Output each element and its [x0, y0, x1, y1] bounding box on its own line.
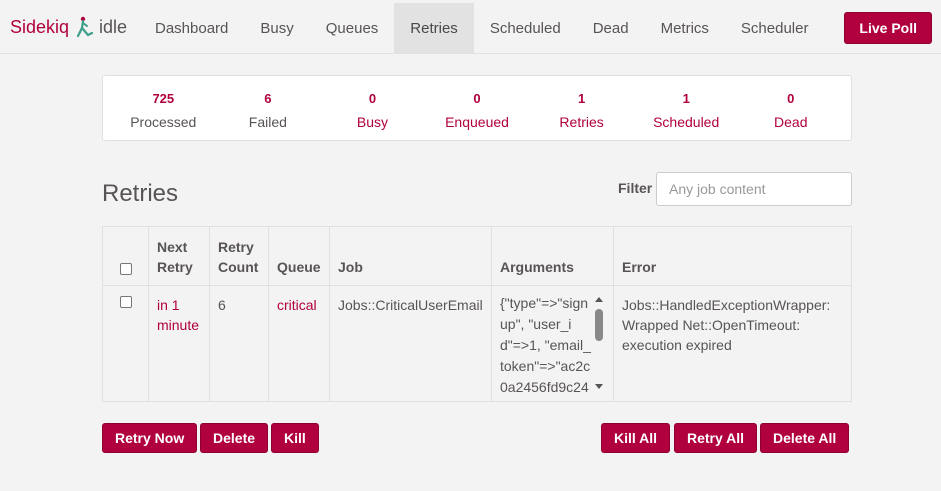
header-arguments-label: Arguments: [500, 259, 574, 275]
header-queue-label: Queue: [277, 259, 321, 275]
brand-name: Sidekiq: [10, 16, 70, 37]
header-retry-count: Retry Count: [210, 227, 269, 285]
delete-all-button[interactable]: Delete All: [760, 423, 850, 453]
row-select-cell: [103, 285, 149, 401]
retry-count-value: 6: [218, 297, 226, 313]
stat-retries[interactable]: 1 Retries: [529, 76, 634, 140]
stat-label: Busy: [356, 114, 388, 130]
filter-input[interactable]: [656, 172, 852, 206]
status-text: idle: [99, 16, 128, 37]
scroll-down-icon[interactable]: [595, 384, 603, 389]
stat-label: Retries: [559, 114, 604, 130]
row-checkbox[interactable]: [119, 296, 132, 308]
next-retry-link[interactable]: in 1 minute: [157, 297, 199, 333]
queue-cell: critical: [269, 285, 330, 401]
header-job: Job: [330, 227, 492, 285]
stat-enqueued[interactable]: 0 Enqueued: [425, 76, 530, 140]
main-nav: Dashboard Busy Queues Retries Scheduled …: [139, 3, 824, 53]
nav-retries[interactable]: Retries: [394, 3, 474, 53]
queue-link[interactable]: critical: [277, 297, 317, 313]
nav-metrics[interactable]: Metrics: [645, 3, 725, 53]
delete-button[interactable]: Delete: [200, 423, 269, 453]
header-error-label: Error: [622, 259, 657, 275]
header-job-label: Job: [338, 259, 363, 275]
navbar: Sidekiq idle Dashboard Busy Queues Retri…: [0, 0, 941, 54]
stat-value: 1: [682, 91, 690, 106]
stat-dead[interactable]: 0 Dead: [738, 76, 843, 140]
retries-table: Next Retry Retry Count Queue Job Arguments…: [102, 226, 852, 402]
retry-now-button[interactable]: Retry Now: [102, 423, 198, 453]
job-cell: Jobs::CriticalUserEmail: [330, 285, 492, 401]
scroll-up-icon[interactable]: [595, 297, 603, 302]
stat-value: 0: [368, 91, 377, 106]
header-queue: Queue: [269, 227, 330, 285]
kill-all-button[interactable]: Kill All: [601, 423, 671, 453]
nav-dead[interactable]: Dead: [577, 3, 645, 53]
filter-label: Filter: [618, 180, 653, 196]
arguments-scrollbar[interactable]: [593, 295, 605, 391]
stat-label: Scheduled: [653, 114, 720, 130]
header-error: Error: [614, 227, 851, 285]
arguments-cell: {"type"=>"signup", "user_id"=>1, "email_…: [492, 285, 614, 401]
table-header-row: Next Retry Retry Count Queue Job Arguments…: [103, 227, 851, 286]
stat-scheduled[interactable]: 1 Scheduled: [634, 76, 739, 140]
select-all-checkbox[interactable]: [119, 263, 132, 275]
table-row: in 1 minute 6 critical Jobs::CriticalUse…: [103, 285, 851, 401]
stat-label: Enqueued: [445, 114, 509, 130]
stat-failed: 6 Failed: [216, 76, 321, 140]
page-title: Retries: [102, 180, 179, 207]
error-message: Jobs::HandledExceptionWrapper: Wrapped N…: [622, 297, 831, 353]
header-retry-count-line2: Count: [218, 259, 259, 275]
stat-value: 1: [577, 91, 586, 106]
job-class-name: Jobs::CriticalUserEmail: [338, 297, 483, 313]
stats-bar: 725 Processed 6 Failed 0 Busy 0 Enqueued…: [102, 75, 852, 141]
header-next-retry-line2: Retry: [157, 259, 193, 275]
header-next-retry: Next Retry: [149, 227, 210, 285]
nav-dashboard[interactable]: Dashboard: [139, 3, 244, 53]
stat-value: 0: [473, 91, 481, 106]
arguments-text: {"type"=>"signup", "user_id"=>1, "email_…: [500, 295, 591, 393]
stat-value: 0: [787, 91, 795, 106]
live-poll-button[interactable]: Live Poll: [844, 12, 932, 44]
kill-button[interactable]: Kill: [271, 423, 319, 453]
stat-busy[interactable]: 0 Busy: [320, 76, 425, 140]
stat-label: Failed: [248, 114, 287, 130]
retry-all-button[interactable]: Retry All: [674, 423, 758, 453]
stat-processed: 725 Processed: [111, 76, 216, 140]
sidekiq-logo-icon: [77, 16, 94, 38]
nav-scheduler[interactable]: Scheduler: [725, 3, 825, 53]
select-all-cell: [103, 227, 149, 285]
brand[interactable]: Sidekiq idle: [10, 0, 127, 54]
stat-value: 6: [264, 91, 272, 106]
retry-count-cell: 6: [210, 285, 269, 401]
nav-scheduled[interactable]: Scheduled: [474, 3, 577, 53]
stat-value: 725: [152, 91, 175, 106]
next-retry-cell: in 1 minute: [149, 285, 210, 401]
stat-label: Processed: [130, 114, 197, 130]
nav-queues[interactable]: Queues: [310, 3, 395, 53]
nav-busy[interactable]: Busy: [244, 3, 309, 53]
error-cell: Jobs::HandledExceptionWrapper: Wrapped N…: [614, 285, 851, 401]
scroll-thumb[interactable]: [595, 309, 603, 341]
header-next-retry-line1: Next: [157, 239, 188, 255]
header-retry-count-line1: Retry: [218, 239, 254, 255]
header-arguments: Arguments: [492, 227, 614, 285]
stat-label: Dead: [774, 114, 808, 130]
